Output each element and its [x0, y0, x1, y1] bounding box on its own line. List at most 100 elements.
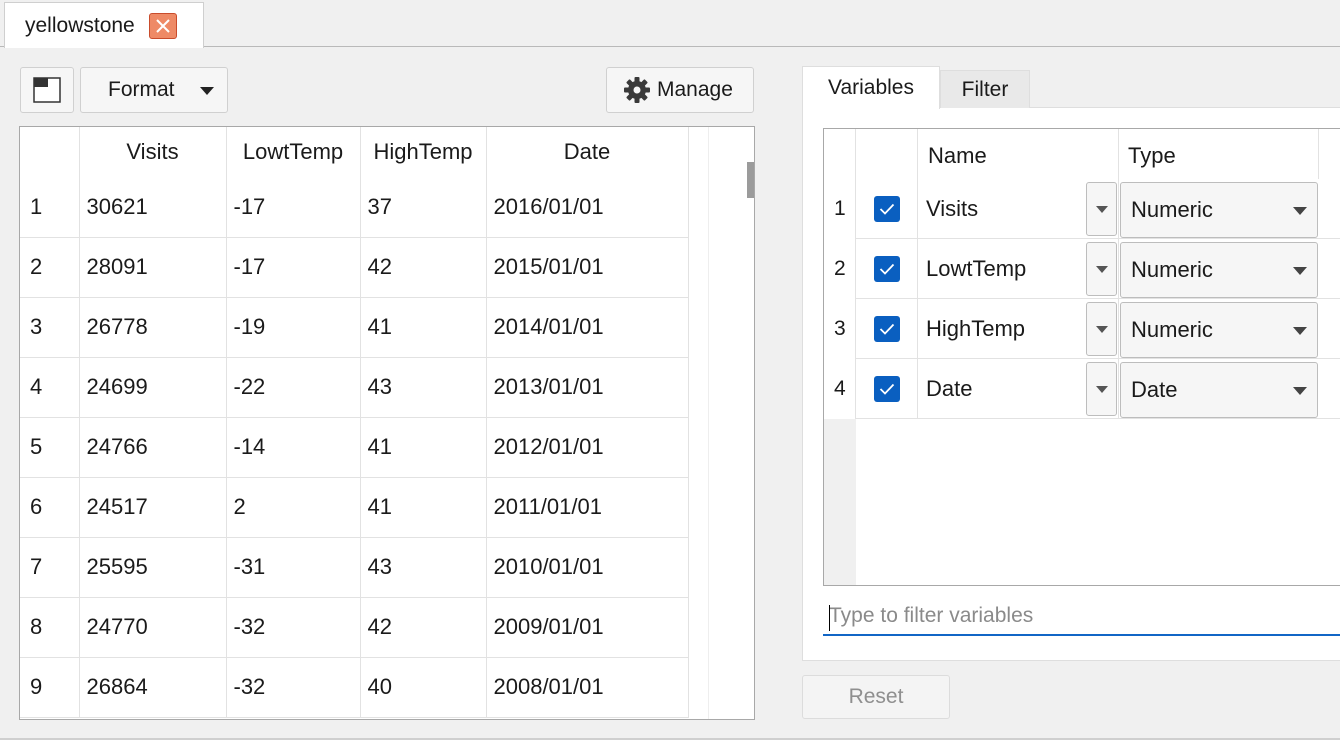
row-number[interactable]: 3: [20, 297, 80, 358]
row-number[interactable]: 5: [20, 417, 80, 478]
table-cell[interactable]: 2014/01/01: [486, 297, 689, 358]
data-grid[interactable]: Visits LowtTemp HighTemp Date 1 30621 -17 3…: [19, 126, 755, 720]
variable-options-dropdown[interactable]: [1086, 362, 1117, 416]
chevron-down-icon: [1096, 326, 1108, 333]
variable-name[interactable]: Date: [926, 376, 972, 402]
table-cell[interactable]: 2015/01/01: [486, 237, 689, 298]
table-cell[interactable]: 30621: [79, 177, 227, 238]
table-cell[interactable]: 25595: [79, 537, 227, 598]
include-checkbox[interactable]: [874, 376, 900, 402]
chevron-down-icon: [1293, 327, 1307, 335]
format-label: Format: [108, 78, 175, 101]
table-cell[interactable]: 26778: [79, 297, 227, 358]
variable-type-dropdown[interactable]: Numeric: [1120, 242, 1318, 298]
variable-row[interactable]: 3 HighTemp Numeric: [824, 299, 1340, 359]
table-row[interactable]: 1 30621 -17 37 2016/01/01: [20, 177, 689, 238]
reset-button[interactable]: Reset: [802, 675, 950, 719]
table-cell[interactable]: -19: [226, 297, 361, 358]
include-checkbox[interactable]: [874, 196, 900, 222]
table-cell[interactable]: 37: [360, 177, 487, 238]
row-number[interactable]: 9: [20, 657, 80, 718]
row-number[interactable]: 6: [20, 477, 80, 538]
table-cell[interactable]: 42: [360, 237, 487, 298]
variable-options-dropdown[interactable]: [1086, 302, 1117, 356]
variable-type-dropdown[interactable]: Numeric: [1120, 302, 1318, 358]
table-cell[interactable]: 40: [360, 657, 487, 718]
name-column-header[interactable]: Name: [928, 143, 987, 169]
column-header[interactable]: HighTemp: [360, 127, 487, 177]
column-header[interactable]: LowtTemp: [226, 127, 361, 177]
chevron-down-icon: [1096, 206, 1108, 213]
filter-variables-input[interactable]: [823, 598, 1340, 636]
variable-type-dropdown[interactable]: Date: [1120, 362, 1318, 418]
table-cell[interactable]: 26864: [79, 657, 227, 718]
column-header[interactable]: Date: [486, 127, 689, 177]
close-icon[interactable]: [149, 13, 177, 39]
table-cell[interactable]: 43: [360, 537, 487, 598]
checkmark-icon: [879, 323, 895, 335]
variable-name[interactable]: HighTemp: [926, 316, 1025, 342]
variables-header-row: Name Type: [824, 129, 1340, 179]
table-cell[interactable]: -14: [226, 417, 361, 478]
variable-type-dropdown[interactable]: Numeric: [1120, 182, 1318, 238]
table-cell[interactable]: -22: [226, 357, 361, 418]
table-cell[interactable]: 41: [360, 477, 487, 538]
table-cell[interactable]: 24770: [79, 597, 227, 658]
variable-type-value: Numeric: [1131, 197, 1213, 222]
table-cell[interactable]: -31: [226, 537, 361, 598]
table-cell[interactable]: -32: [226, 657, 361, 718]
row-number[interactable]: 2: [20, 237, 80, 298]
table-cell[interactable]: -17: [226, 237, 361, 298]
table-row[interactable]: 7 25595 -31 43 2010/01/01: [20, 537, 689, 598]
table-row[interactable]: 9 26864 -32 40 2008/01/01: [20, 657, 689, 718]
tab-filter[interactable]: Filter: [940, 70, 1030, 108]
table-cell[interactable]: -17: [226, 177, 361, 238]
table-row[interactable]: 6 24517 2 41 2011/01/01: [20, 477, 689, 538]
variable-options-dropdown[interactable]: [1086, 182, 1117, 236]
table-cell[interactable]: 2013/01/01: [486, 357, 689, 418]
variables-grid[interactable]: Name Type 1 Visits Numeric 2 LowtTemp Numeric…: [823, 128, 1340, 586]
variable-name[interactable]: Visits: [926, 196, 978, 222]
tab-variables[interactable]: Variables: [802, 66, 940, 109]
table-cell[interactable]: 28091: [79, 237, 227, 298]
table-row[interactable]: 2 28091 -17 42 2015/01/01: [20, 237, 689, 298]
table-cell[interactable]: 2012/01/01: [486, 417, 689, 478]
table-cell[interactable]: 41: [360, 297, 487, 358]
table-row[interactable]: 3 26778 -19 41 2014/01/01: [20, 297, 689, 358]
table-cell[interactable]: 2016/01/01: [486, 177, 689, 238]
format-dropdown[interactable]: Format: [80, 67, 228, 113]
variable-name[interactable]: LowtTemp: [926, 256, 1026, 282]
table-cell[interactable]: 2010/01/01: [486, 537, 689, 598]
table-cell[interactable]: 24699: [79, 357, 227, 418]
table-row[interactable]: 5 24766 -14 41 2012/01/01: [20, 417, 689, 478]
table-cell[interactable]: 2011/01/01: [486, 477, 689, 538]
document-tab[interactable]: yellowstone: [4, 2, 204, 48]
table-cell[interactable]: 41: [360, 417, 487, 478]
scrollbar-thumb[interactable]: [747, 162, 754, 198]
variable-options-dropdown[interactable]: [1086, 242, 1117, 296]
table-cell[interactable]: 24766: [79, 417, 227, 478]
table-cell[interactable]: 2: [226, 477, 361, 538]
row-number[interactable]: 1: [20, 177, 80, 238]
include-checkbox[interactable]: [874, 316, 900, 342]
include-checkbox[interactable]: [874, 256, 900, 282]
variable-row[interactable]: 1 Visits Numeric: [824, 179, 1340, 239]
table-cell[interactable]: 42: [360, 597, 487, 658]
table-row[interactable]: 4 24699 -22 43 2013/01/01: [20, 357, 689, 418]
manage-button[interactable]: Manage: [606, 67, 754, 113]
vertical-scrollbar[interactable]: [708, 127, 754, 719]
row-number[interactable]: 7: [20, 537, 80, 598]
variable-row[interactable]: 2 LowtTemp Numeric: [824, 239, 1340, 299]
table-row[interactable]: 8 24770 -32 42 2009/01/01: [20, 597, 689, 658]
table-cell[interactable]: 2008/01/01: [486, 657, 689, 718]
variable-row[interactable]: 4 Date Date: [824, 359, 1340, 419]
row-number[interactable]: 8: [20, 597, 80, 658]
row-number[interactable]: 4: [20, 357, 80, 418]
window-layout-button[interactable]: [20, 67, 74, 113]
grid-header-row: Visits LowtTemp HighTemp Date: [20, 127, 689, 177]
table-cell[interactable]: 2009/01/01: [486, 597, 689, 658]
table-cell[interactable]: 43: [360, 357, 487, 418]
column-header[interactable]: Visits: [79, 127, 227, 177]
table-cell[interactable]: -32: [226, 597, 361, 658]
table-cell[interactable]: 24517: [79, 477, 227, 538]
